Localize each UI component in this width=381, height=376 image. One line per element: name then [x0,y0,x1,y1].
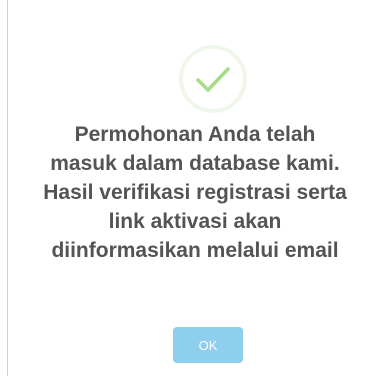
dialog-message: Permohonan Anda telah masuk dalam databa… [8,120,381,265]
message-line: link aktivasi akan [108,210,282,233]
check-icon [196,67,230,92]
message-line: diinformasikan melalui email [51,239,339,262]
success-dialog: Permohonan Anda telah masuk dalam databa… [7,0,381,376]
message-line: masuk dalam database kami. [50,152,340,175]
message-line: Hasil verifikasi registrasi serta [43,181,347,204]
success-check-icon [179,45,247,113]
message-line: Permohonan Anda telah [74,123,316,146]
ok-button[interactable]: OK [173,327,243,363]
